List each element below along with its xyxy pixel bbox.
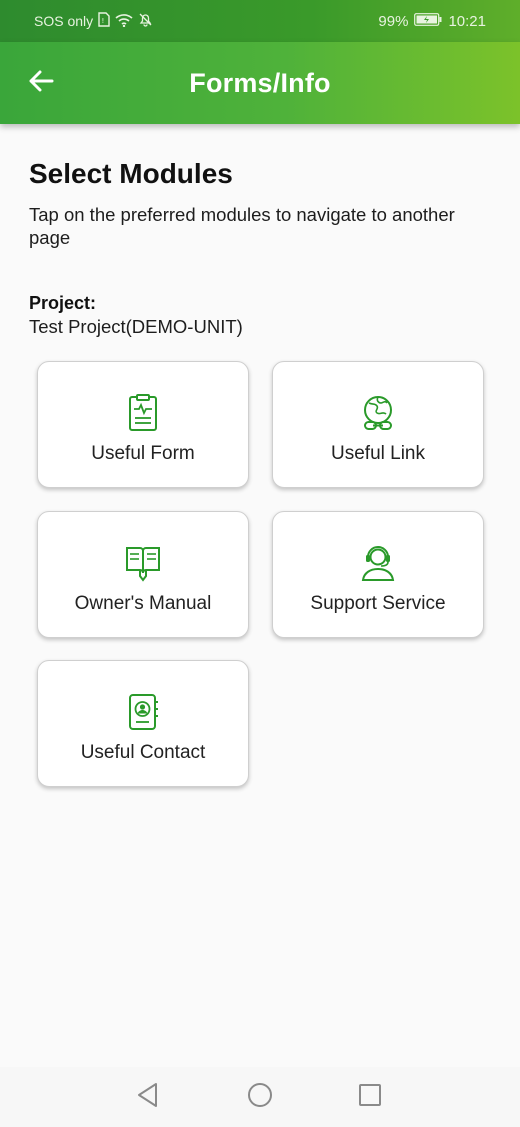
circle-home-icon xyxy=(247,1082,273,1113)
module-label: Owner's Manual xyxy=(74,593,212,614)
wifi-icon xyxy=(115,13,133,30)
contact-book-icon xyxy=(123,692,163,732)
module-card-useful-link[interactable]: Useful Link xyxy=(272,361,484,488)
section-heading: Select Modules xyxy=(29,158,233,189)
sim-icon: ! xyxy=(98,12,110,30)
system-nav-bar xyxy=(0,1067,520,1127)
clock: 10:21 xyxy=(448,12,486,30)
triangle-back-icon xyxy=(136,1082,160,1113)
nav-recents-button[interactable] xyxy=(356,1083,384,1111)
battery-percent: 99% xyxy=(378,12,409,30)
module-card-support-service[interactable]: Support Service xyxy=(272,511,484,638)
square-recents-icon xyxy=(358,1083,382,1112)
battery-icon xyxy=(414,12,442,30)
headset-support-icon xyxy=(358,543,398,583)
nav-home-button[interactable] xyxy=(246,1082,274,1113)
module-label: Useful Contact xyxy=(80,742,206,763)
arrow-left-icon xyxy=(28,70,54,97)
svg-text:!: ! xyxy=(102,17,105,25)
project-label: Project: xyxy=(29,293,97,313)
back-button[interactable] xyxy=(22,64,60,102)
clipboard-form-icon xyxy=(123,393,163,433)
module-card-useful-form[interactable]: Useful Form xyxy=(37,361,249,488)
module-card-owners-manual[interactable]: Owner's Manual xyxy=(37,511,249,638)
module-label: Useful Link xyxy=(331,443,425,464)
globe-link-icon xyxy=(358,393,398,433)
nav-back-button[interactable] xyxy=(134,1082,162,1113)
manual-book-icon xyxy=(123,543,163,583)
page-title: Forms/Info xyxy=(189,67,331,98)
module-label: Support Service xyxy=(310,593,446,614)
module-label: Useful Form xyxy=(91,443,195,464)
app-bar: Forms/Info xyxy=(0,42,520,124)
section-subtitle: Tap on the preferred modules to navigate… xyxy=(29,204,455,248)
module-card-useful-contact[interactable]: Useful Contact xyxy=(37,660,249,787)
project-value: Test Project(DEMO-UNIT) xyxy=(29,316,243,337)
status-bar: SOS only ! 99% 10:21 xyxy=(0,0,520,42)
bell-off-icon xyxy=(138,12,153,30)
carrier-text: SOS only xyxy=(34,13,94,29)
